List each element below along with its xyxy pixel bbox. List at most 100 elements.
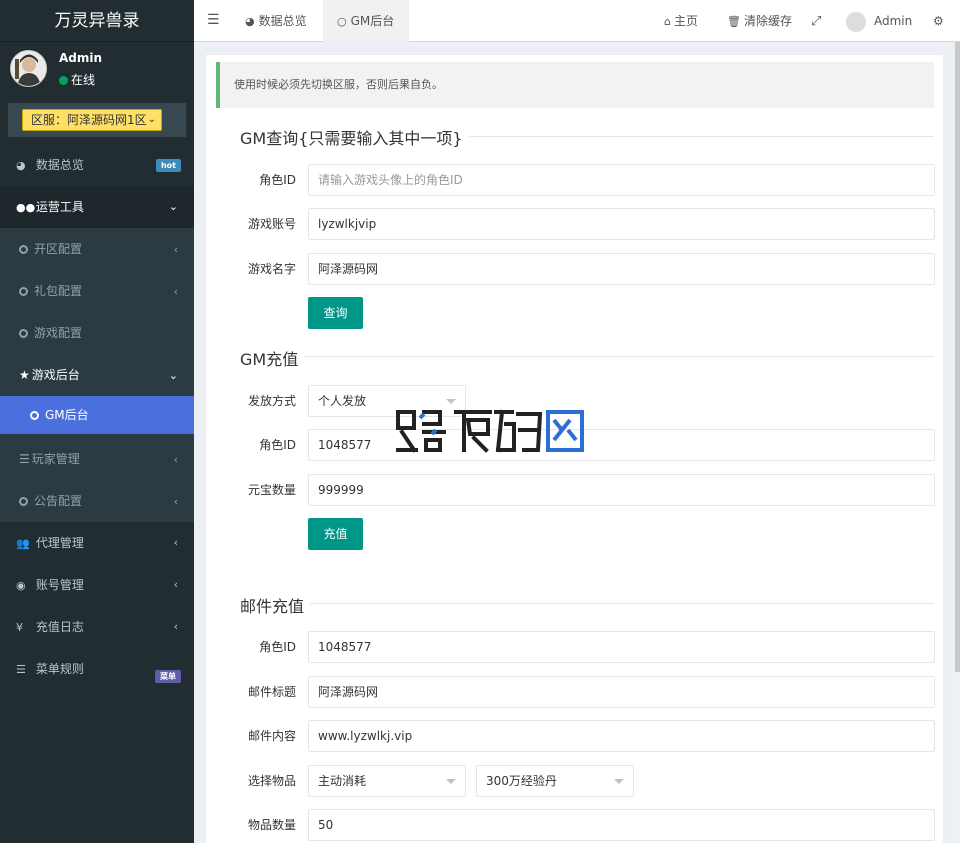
query-account-input[interactable]: lyzwlkjvip (308, 208, 935, 240)
avatar-image (11, 51, 46, 86)
star-icon: ★ (19, 368, 30, 382)
user-avatar-small (846, 11, 866, 32)
item-category-select[interactable]: 主动消耗 (308, 765, 466, 797)
menu-badge: 菜单 (155, 670, 181, 683)
sidebar-menu: ◕ 数据总览 hot ●● 运营工具 ⌄ 开区配置 ‹ 礼包配置 ‹ 游戏配置 … (0, 144, 194, 690)
tab-gm-backend[interactable]: ○ GM后台 (323, 0, 409, 42)
game-name-label: 游戏名字 (247, 262, 296, 276)
sidebar-item-account-mgmt[interactable]: ◉ 账号管理 ‹ (0, 564, 194, 606)
account-label: 游戏账号 (247, 217, 296, 231)
user-menu-name: Admin (874, 14, 913, 28)
server-select[interactable]: 区服：阿泽源码网1区 ⌄ (22, 109, 162, 131)
sidebar-item-game-config[interactable]: 游戏配置 (0, 312, 194, 354)
server-select-value: 区服：阿泽源码网1区 (31, 113, 147, 127)
list-icon: ☰ (19, 452, 30, 466)
tab-label: 数据总览 (258, 14, 307, 28)
chevron-down-icon: ⌄ (147, 114, 156, 125)
sidebar-item-agent-mgmt[interactable]: 👥 代理管理 ‹ (0, 522, 194, 564)
sidebar-item-label: 账号管理 (35, 578, 84, 592)
recharge-button[interactable]: 充值 (308, 518, 363, 550)
item-label: 选择物品 (247, 774, 296, 788)
sidebar-item-player-mgmt[interactable]: ☰ 玩家管理 ‹ (0, 438, 194, 480)
sidebar-item-label: 数据总览 (35, 158, 84, 172)
mail-subject-input[interactable]: 阿泽源码网 (308, 676, 935, 708)
scrollbar-thumb[interactable] (955, 42, 960, 672)
circle-icon (19, 245, 28, 254)
sidebar-item-label: 代理管理 (35, 536, 84, 550)
circle-icon (19, 287, 28, 296)
dashboard-icon: ◕ (16, 159, 26, 172)
tab-dashboard[interactable]: ◕ 数据总览 (231, 0, 321, 42)
hamburger-icon[interactable]: ☰ (207, 12, 220, 28)
chevron-left-icon: ‹ (173, 578, 178, 591)
clear-cache-label: 清除缓存 (743, 14, 792, 28)
sidebar-item-ops[interactable]: ●● 运营工具 ⌄ (0, 186, 194, 228)
chevron-left-icon: ‹ (173, 495, 178, 508)
sidebar-item-label: 公告配置 (34, 494, 83, 508)
home-link[interactable]: ⌂ 主页 (664, 0, 698, 42)
caret-down-icon (446, 399, 456, 404)
user-panel: Admin 在线 (0, 42, 194, 98)
circle-icon: ○ (337, 15, 347, 28)
mail-recharge-title: 邮件充值 (216, 593, 311, 617)
gears-icon: ⚙ (933, 14, 944, 28)
qty-label: 物品数量 (247, 818, 296, 832)
sidebar-item-server-config[interactable]: 开区配置 ‹ (0, 228, 194, 270)
fullscreen-button[interactable]: ⤢ (811, 0, 821, 42)
sidebar-item-recharge-log[interactable]: ¥ 充值日志 ‹ (0, 606, 194, 648)
yen-icon: ¥ (16, 621, 23, 634)
amount-label: 元宝数量 (247, 483, 296, 497)
method-select-value: 个人发放 (318, 394, 367, 408)
item-category-value: 主动消耗 (318, 774, 367, 788)
item-select[interactable]: 300万经验丹 (476, 765, 634, 797)
fullscreen-icon: ⤢ (811, 14, 822, 29)
home-link-label: 主页 (673, 14, 698, 28)
divider (216, 603, 934, 604)
user-menu[interactable]: Admin (846, 0, 912, 42)
bars-icon: ☰ (16, 663, 26, 676)
sidebar-item-notice-config[interactable]: 公告配置 ‹ (0, 480, 194, 522)
role-id-label: 角色ID (259, 438, 296, 452)
dashboard-icon: ◕ (245, 15, 255, 28)
query-game-name-input[interactable]: 阿泽源码网 (308, 253, 935, 285)
tab-label: GM后台 (350, 14, 395, 28)
role-id-label: 角色ID (259, 173, 296, 187)
mail-body-input[interactable]: www.lyzwlkj.vip (308, 720, 935, 752)
sidebar-item-game-backend[interactable]: ★ 游戏后台 ⌄ (0, 354, 194, 396)
user-status: 在线 (59, 71, 95, 88)
chevron-down-icon: ⌄ (168, 369, 178, 382)
sidebar-item-label: 运营工具 (35, 200, 84, 214)
users-icon: 👥 (16, 537, 30, 550)
divider (216, 356, 934, 357)
sidebar-item-dashboard[interactable]: ◕ 数据总览 hot (0, 144, 194, 186)
user-name: Admin (59, 51, 103, 65)
page-scrollbar[interactable] (955, 42, 960, 843)
method-label: 发放方式 (247, 394, 296, 408)
sidebar-item-label: GM后台 (45, 408, 89, 422)
sidebar-item-label: 游戏后台 (31, 368, 80, 382)
item-qty-input[interactable]: 50 (308, 809, 935, 841)
caret-down-icon (614, 779, 624, 784)
gm-recharge-title: GM充值 (216, 346, 305, 370)
sidebar-item-label: 菜单规则 (35, 662, 84, 676)
ops-submenu: 开区配置 ‹ 礼包配置 ‹ 游戏配置 ★游戏后台 ⌄ GM后台 ☰玩家管理 (0, 228, 194, 522)
item-select-value: 300万经验丹 (486, 774, 557, 788)
sidebar-item-gift-config[interactable]: 礼包配置 ‹ (0, 270, 194, 312)
chevron-left-icon: ‹ (173, 453, 178, 466)
circle-icon (19, 497, 28, 506)
query-role-id-input[interactable]: 请输入游戏头像上的角色ID (308, 164, 935, 196)
clear-cache-link[interactable]: 🗑 清除缓存 (727, 0, 792, 42)
mail-role-id-input[interactable]: 1048577 (308, 631, 935, 663)
query-button[interactable]: 查询 (308, 297, 363, 329)
sidebar-item-gm-backend[interactable]: GM后台 (0, 396, 194, 434)
sidebar-item-menu-rules[interactable]: ☰ 菜单规则 菜单 (0, 648, 194, 690)
sidebar: 万灵异兽录 Admin 在线 区服：阿泽源码网1区 ⌄ ◕ 数据总览 hot ●… (0, 0, 194, 843)
top-navbar: ☰ ◕ 数据总览 ○ GM后台 ⌂ 主页 🗑 清除缓存 ⤢ Admin ⚙ (194, 0, 960, 42)
sidebar-item-label: 开区配置 (34, 242, 83, 256)
app-logo-title[interactable]: 万灵异兽录 (0, 0, 194, 42)
circle-icon (30, 411, 39, 420)
recharge-amount-input[interactable]: 999999 (308, 474, 935, 506)
trash-icon: 🗑 (727, 15, 741, 28)
caret-down-icon (446, 779, 456, 784)
settings-button[interactable]: ⚙ (933, 0, 944, 42)
